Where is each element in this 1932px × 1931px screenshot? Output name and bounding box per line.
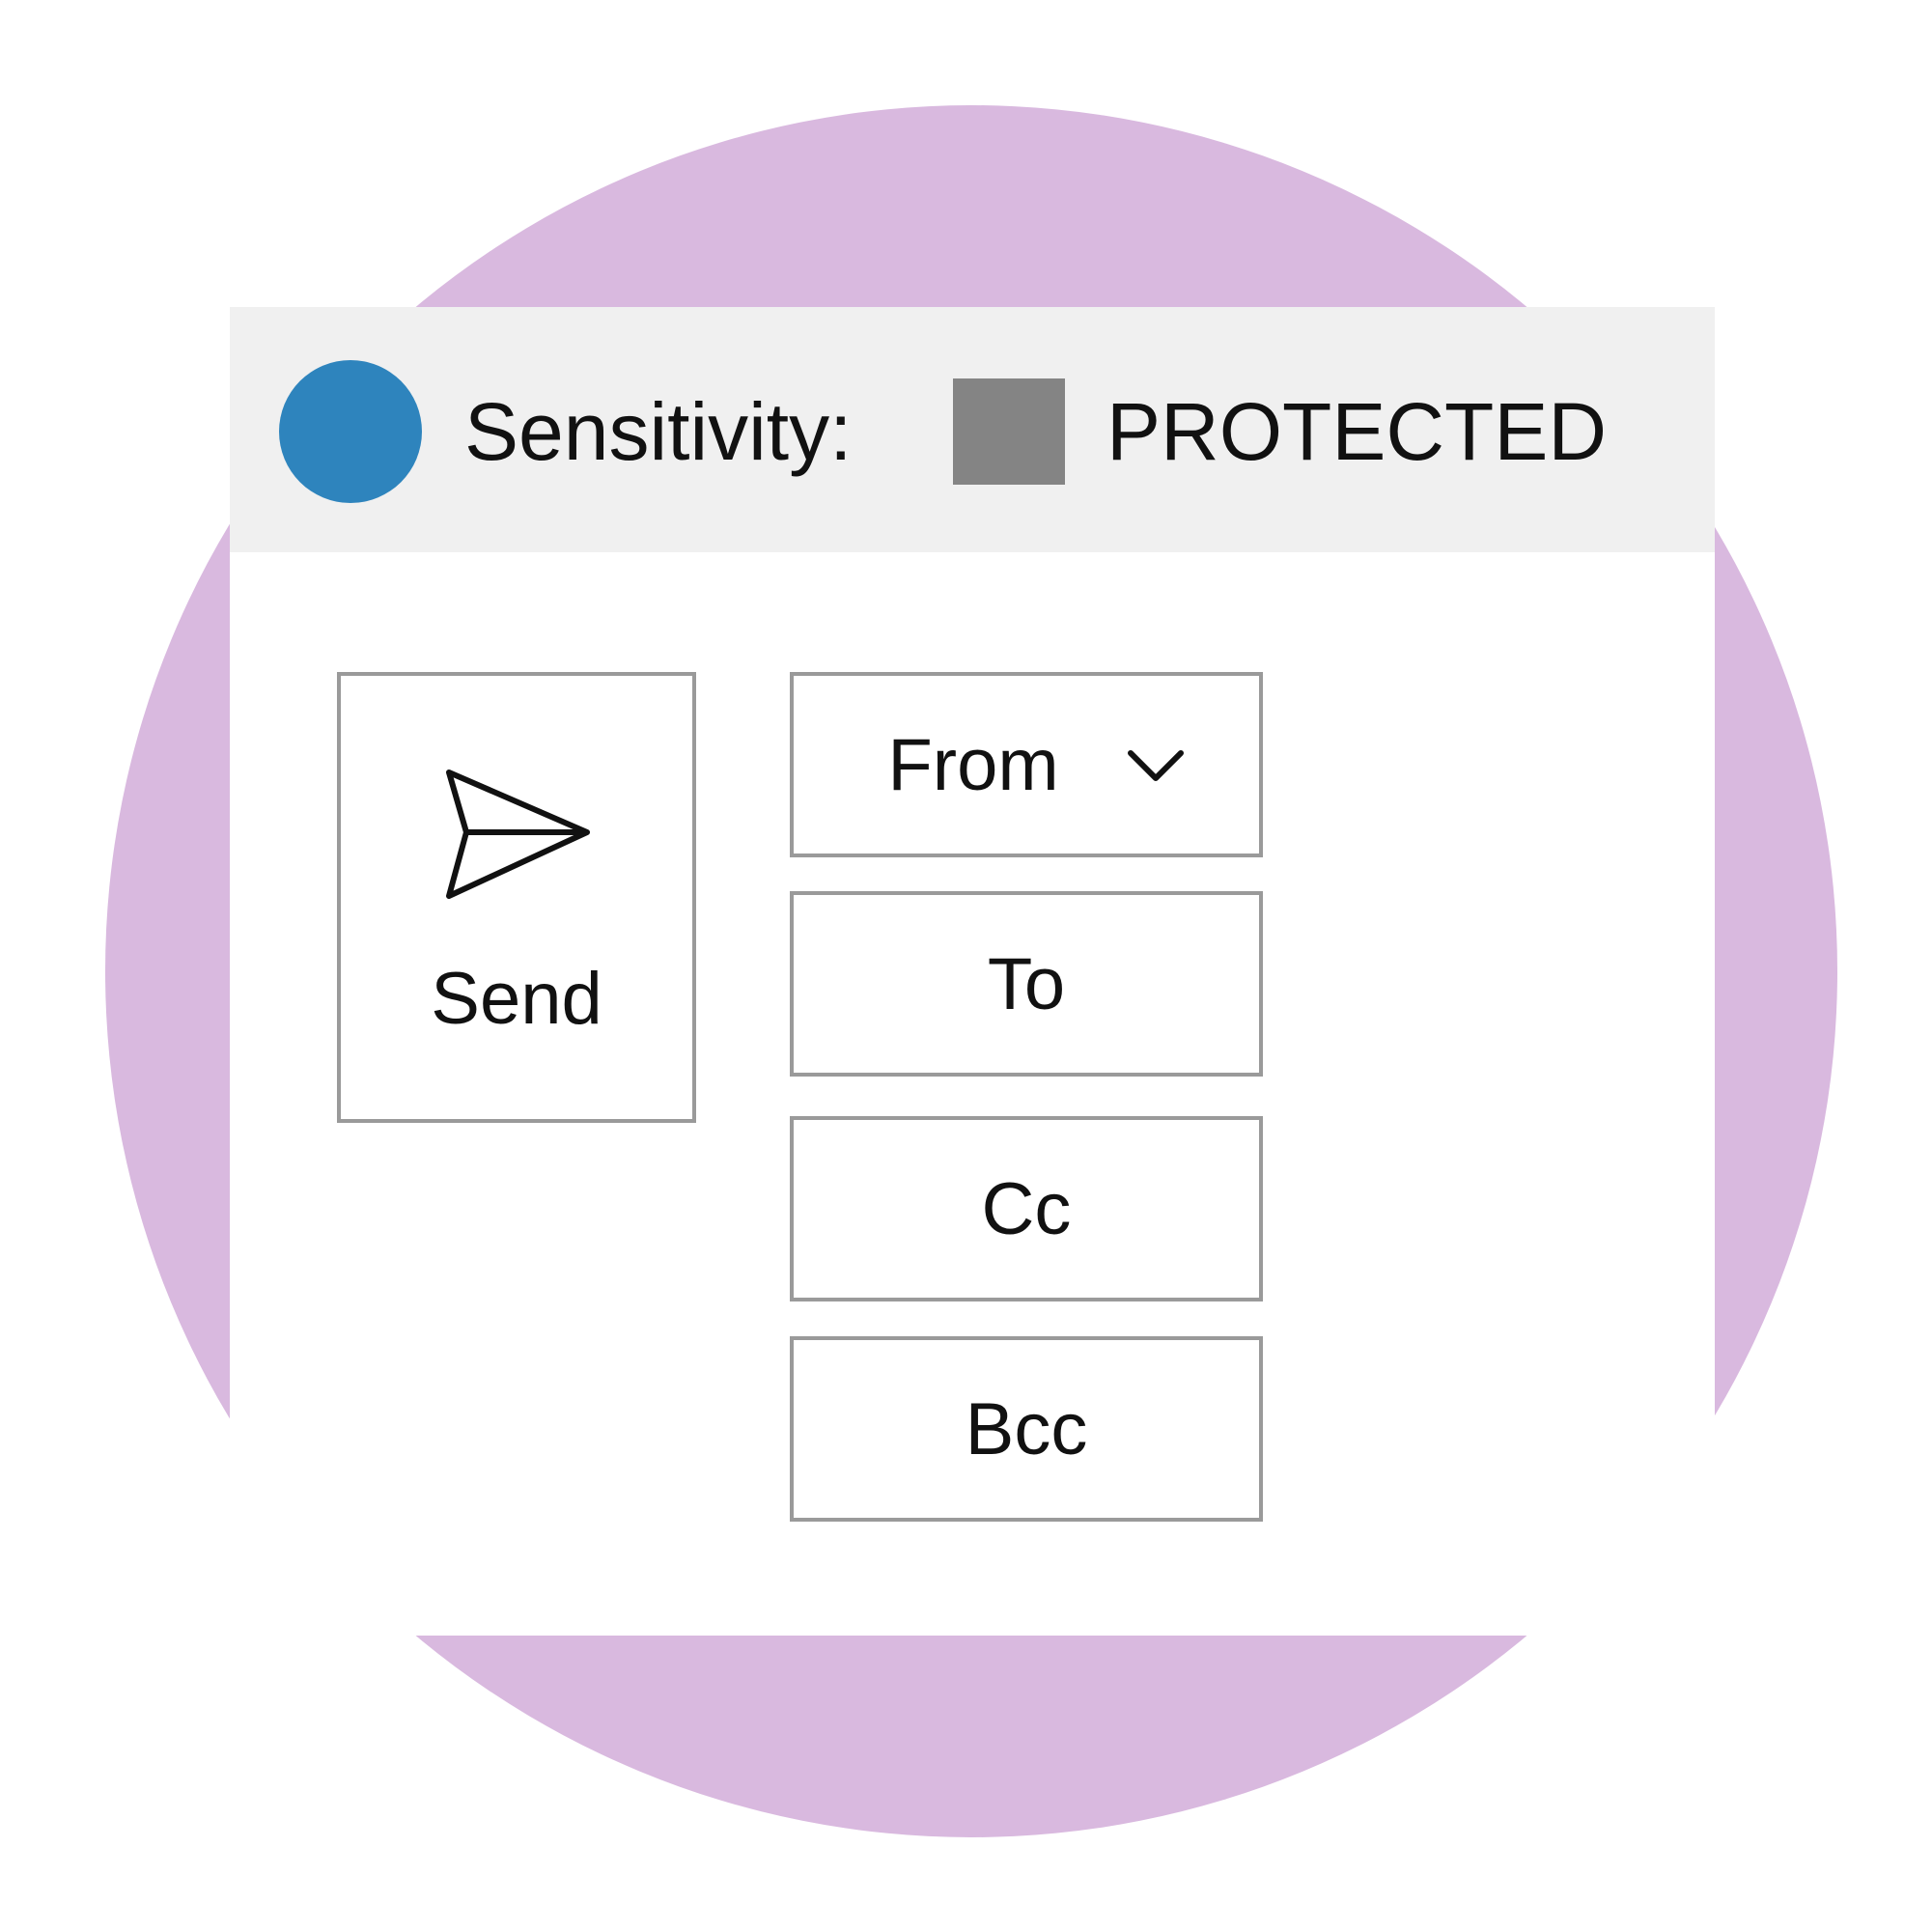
illustration-stage: Sensitivity: PROTECTED Send From To Cc B…: [0, 0, 1932, 1931]
send-label: Send: [431, 958, 602, 1040]
cc-field[interactable]: Cc: [790, 1116, 1263, 1301]
sensitivity-swatch-icon: [953, 378, 1065, 485]
sensitivity-label: Sensitivity:: [464, 386, 853, 477]
from-label: From: [887, 723, 1059, 806]
chevron-down-icon: [1127, 750, 1184, 781]
to-label: To: [987, 942, 1066, 1025]
cc-label: Cc: [981, 1167, 1072, 1250]
sensitivity-level[interactable]: PROTECTED: [1106, 378, 1607, 485]
bcc-label: Bcc: [965, 1387, 1088, 1470]
sensitivity-banner: Sensitivity: PROTECTED: [230, 307, 1715, 552]
email-compose-window: Sensitivity: PROTECTED Send From To Cc B…: [230, 307, 1715, 1636]
from-dropdown[interactable]: From: [790, 672, 1263, 857]
bcc-field[interactable]: Bcc: [790, 1336, 1263, 1522]
status-dot-icon: [279, 360, 422, 503]
to-field[interactable]: To: [790, 891, 1263, 1077]
send-button[interactable]: Send: [337, 672, 696, 1123]
send-icon: [446, 770, 590, 899]
